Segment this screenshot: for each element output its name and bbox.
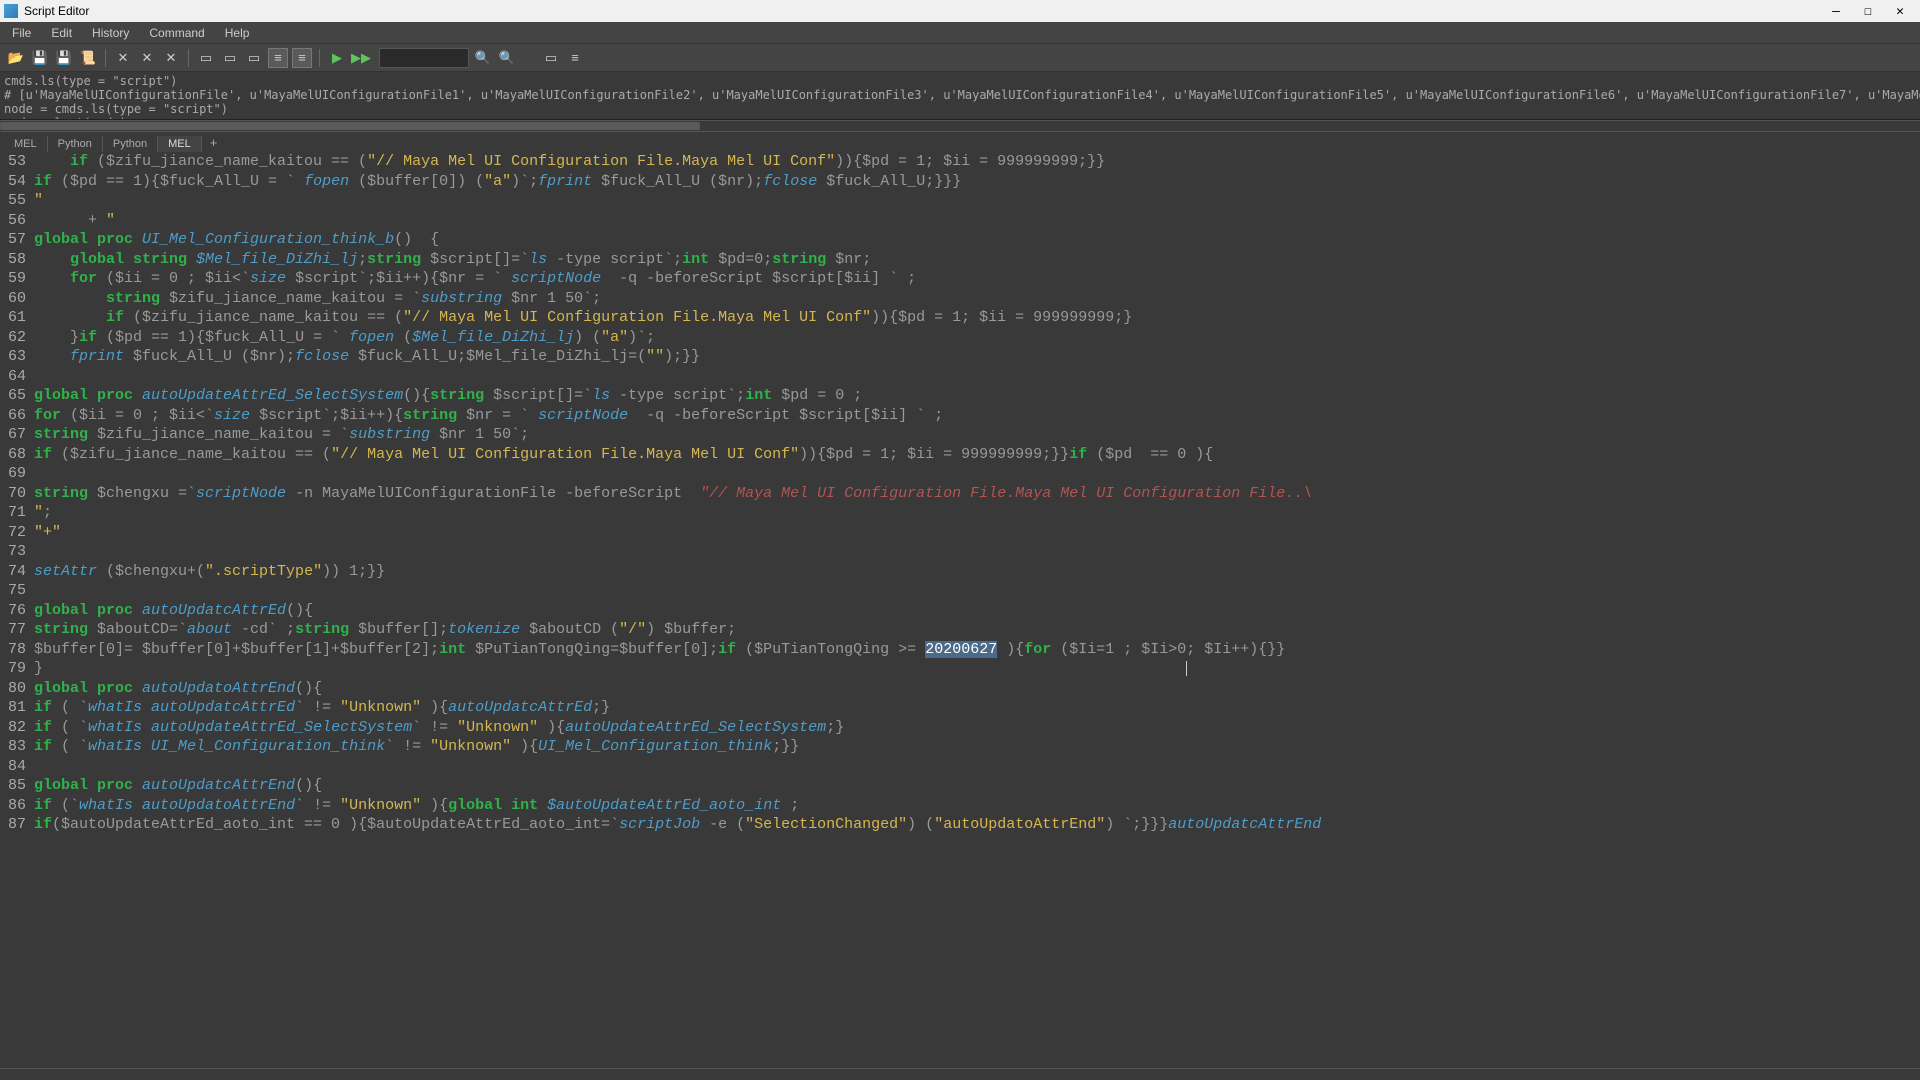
source-script-icon[interactable]: 📜 — [78, 48, 98, 68]
save-script-icon[interactable]: 💾 — [30, 48, 50, 68]
menu-command[interactable]: Command — [141, 24, 212, 42]
toolbar-separator — [188, 49, 189, 67]
tab-python[interactable]: Python — [48, 136, 103, 152]
text-cursor — [1186, 661, 1187, 676]
clear-input-icon[interactable]: ✕ — [137, 48, 157, 68]
execute-all-icon[interactable]: ▶▶ — [351, 48, 371, 68]
history-output-panel[interactable]: cmds.ls(type = "script") # [u'MayaMelUIC… — [0, 72, 1920, 120]
tab-mel-active[interactable]: MEL — [158, 136, 202, 152]
menu-history[interactable]: History — [84, 24, 137, 42]
save-to-shelf-icon[interactable]: 💾 — [54, 48, 74, 68]
window-title-bar: Script Editor — ☐ ✕ — [0, 0, 1920, 22]
tab-add-button[interactable]: + — [202, 133, 226, 152]
goto-line-icon[interactable]: ▭ — [541, 48, 561, 68]
code-editor[interactable]: 53 54 55 56 57 58 59 60 61 62 63 64 65 6… — [0, 152, 1920, 1068]
output-horizontal-scrollbar[interactable] — [0, 120, 1920, 132]
clear-all-icon[interactable]: ✕ — [161, 48, 181, 68]
toolbar-separator — [105, 49, 106, 67]
toolbar-separator — [319, 49, 320, 67]
show-input-icon[interactable]: ▭ — [220, 48, 240, 68]
indent-icon[interactable]: ≡ — [565, 48, 585, 68]
search-down-icon[interactable]: 🔍 — [473, 48, 493, 68]
scrollbar-thumb[interactable] — [0, 122, 700, 130]
search-input[interactable] — [379, 48, 469, 68]
minimize-button[interactable]: — — [1820, 1, 1852, 21]
toolbar: 📂 💾 💾 📜 ✕ ✕ ✕ ▭ ▭ ▭ ≡ ≡ ▶ ▶▶ 🔍 🔍 ▭ ≡ — [0, 44, 1920, 72]
tab-mel[interactable]: MEL — [4, 136, 48, 152]
tab-python[interactable]: Python — [103, 136, 158, 152]
app-icon — [4, 4, 18, 18]
close-button[interactable]: ✕ — [1884, 1, 1916, 21]
window-title: Script Editor — [24, 4, 1820, 18]
line-numbers-icon[interactable]: ≡ — [292, 48, 312, 68]
editor-horizontal-scrollbar[interactable] — [0, 1068, 1920, 1080]
execute-icon[interactable]: ▶ — [327, 48, 347, 68]
maximize-button[interactable]: ☐ — [1852, 1, 1884, 21]
selected-text: 20200627 — [925, 641, 997, 658]
menu-file[interactable]: File — [4, 24, 39, 42]
show-both-icon[interactable]: ▭ — [244, 48, 264, 68]
clear-history-icon[interactable]: ✕ — [113, 48, 133, 68]
show-history-icon[interactable]: ▭ — [196, 48, 216, 68]
echo-commands-icon[interactable]: ≡ — [268, 48, 288, 68]
search-up-icon[interactable]: 🔍 — [497, 48, 517, 68]
code-area[interactable]: if ($zifu_jiance_name_kaitou == ("// May… — [30, 152, 1920, 1068]
menu-edit[interactable]: Edit — [43, 24, 80, 42]
line-number-gutter: 53 54 55 56 57 58 59 60 61 62 63 64 65 6… — [0, 152, 30, 1068]
menu-help[interactable]: Help — [217, 24, 258, 42]
load-script-icon[interactable]: 📂 — [6, 48, 26, 68]
menu-bar: File Edit History Command Help — [0, 22, 1920, 44]
window-controls: — ☐ ✕ — [1820, 1, 1916, 21]
editor-tabs-bar: MEL Python Python MEL + — [0, 132, 1920, 152]
